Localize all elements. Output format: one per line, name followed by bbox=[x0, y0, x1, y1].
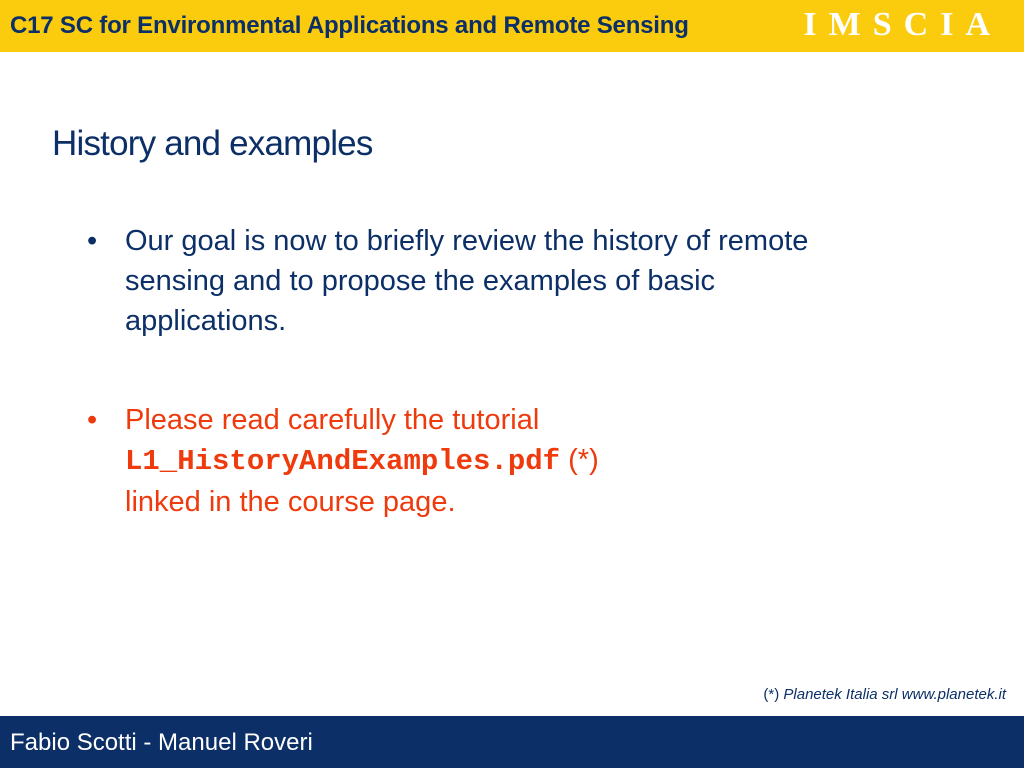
bullet-tutorial-line-3: linked in the course page. bbox=[125, 486, 456, 518]
tutorial-filename: L1_HistoryAndExamples.pdf bbox=[125, 445, 561, 478]
slide-title: History and examples bbox=[52, 124, 373, 163]
bullet-goal: Our goal is now to briefly review the hi… bbox=[87, 221, 965, 341]
bullet-tutorial: Please read carefully the tutorial L1_Hi… bbox=[87, 400, 965, 522]
footer-bar: Fabio Scotti - Manuel Roveri bbox=[0, 716, 1024, 768]
header-bar: C17 SC for Environmental Applications an… bbox=[0, 0, 1024, 52]
bullet-goal-line-2: sensing and to propose the examples of b… bbox=[125, 265, 716, 297]
footnote-text: Planetek Italia srl www.planetek.it bbox=[783, 686, 1006, 703]
footnote-marker: (*) bbox=[568, 444, 599, 476]
bullet-tutorial-line-2: L1_HistoryAndExamples.pdf (*) bbox=[125, 440, 965, 482]
authors: Fabio Scotti - Manuel Roveri bbox=[10, 729, 313, 756]
footnote: (*) Planetek Italia srl www.planetek.it bbox=[763, 686, 1006, 703]
bullet-goal-line-1: Our goal is now to briefly review the hi… bbox=[125, 225, 809, 257]
course-title: C17 SC for Environmental Applications an… bbox=[10, 12, 689, 39]
bullet-goal-line-3: applications. bbox=[125, 305, 287, 337]
bullet-tutorial-line-1: Please read carefully the tutorial bbox=[125, 404, 540, 436]
imscia-logo: IMSCIA bbox=[803, 6, 1002, 43]
footnote-marker-bottom: (*) bbox=[763, 686, 780, 703]
